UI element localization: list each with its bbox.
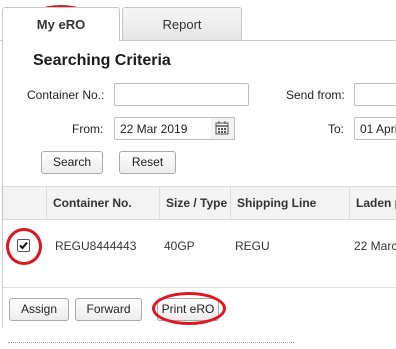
assign-button[interactable]: Assign bbox=[9, 298, 69, 321]
from-date-input[interactable] bbox=[114, 117, 212, 140]
send-from-label: Send from: bbox=[286, 88, 345, 102]
tab-bar: My eRO Report bbox=[0, 0, 396, 42]
container-no-input[interactable] bbox=[114, 83, 249, 106]
cell-shipping-line: REGU bbox=[235, 239, 270, 253]
from-label: From: bbox=[72, 122, 104, 136]
column-header-laden[interactable]: Laden p bbox=[349, 187, 396, 219]
tab-report[interactable]: Report bbox=[122, 7, 242, 40]
section-title: Searching Criteria bbox=[33, 52, 171, 69]
table-bottom-divider bbox=[3, 287, 396, 288]
table-header: Container No. Size / Type Shipping Line … bbox=[3, 186, 396, 220]
to-date-input[interactable] bbox=[354, 117, 396, 140]
cell-laden: 22 March bbox=[354, 239, 396, 253]
bottom-dotted-divider bbox=[8, 342, 294, 343]
cell-container-no: REGU8444443 bbox=[55, 239, 137, 253]
search-button[interactable]: Search bbox=[41, 151, 103, 174]
to-label: To: bbox=[328, 122, 345, 136]
reset-button[interactable]: Reset bbox=[119, 151, 176, 174]
send-from-input[interactable] bbox=[354, 83, 396, 106]
tab-my-ero[interactable]: My eRO bbox=[2, 7, 120, 41]
print-ero-button[interactable]: Print eRO bbox=[157, 298, 219, 321]
column-header-container-no[interactable]: Container No. bbox=[46, 187, 159, 219]
row-checkbox[interactable] bbox=[17, 239, 30, 252]
container-no-label: Container No.: bbox=[27, 88, 105, 102]
calendar-button[interactable] bbox=[211, 117, 235, 140]
column-header-shipping-line[interactable]: Shipping Line bbox=[230, 187, 349, 219]
cell-size-type: 40GP bbox=[164, 239, 195, 253]
forward-button[interactable]: Forward bbox=[75, 298, 142, 321]
check-icon bbox=[19, 241, 28, 250]
column-header-size-type[interactable]: Size / Type bbox=[159, 187, 230, 219]
calendar-icon bbox=[215, 121, 229, 135]
